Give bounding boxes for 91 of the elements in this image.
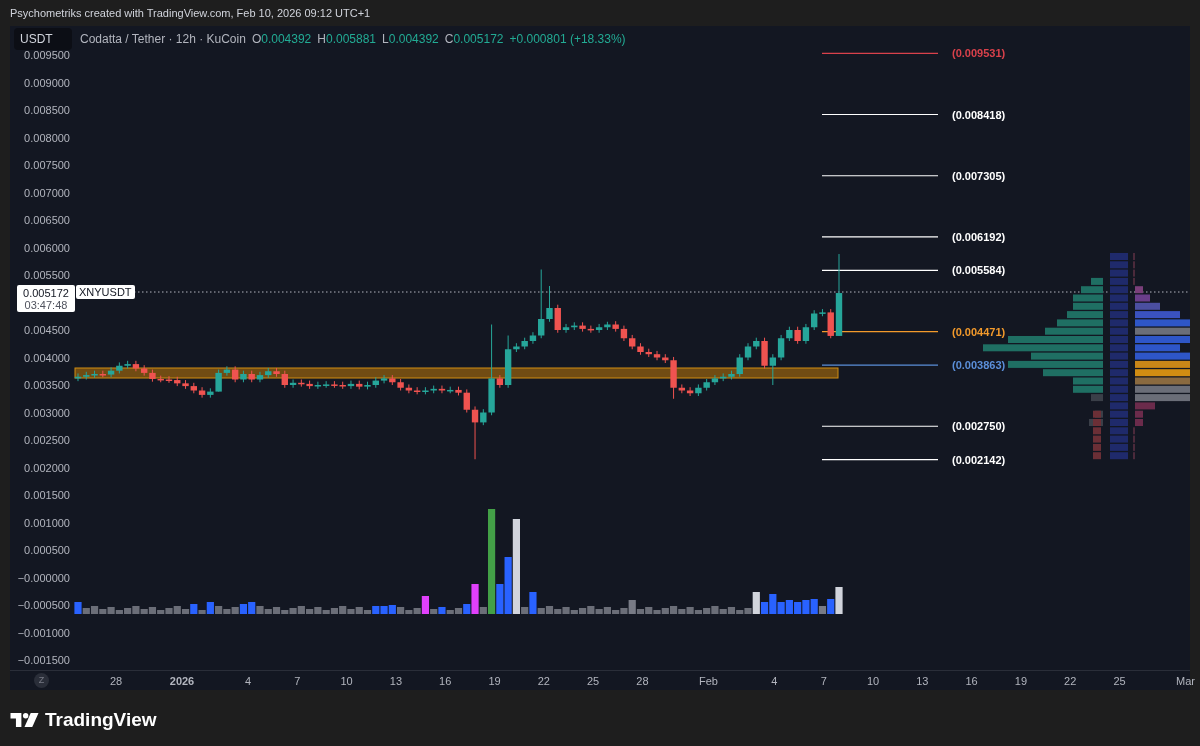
candlestick [653,350,661,361]
time-axis-label: 4 [244,674,252,688]
ohlc-label: L [382,31,389,48]
candlestick [777,334,785,361]
ohlc-value: 0.004392 [261,31,312,48]
price-axis-label: 0.004000 [24,350,70,365]
time-axis-label: 19 [488,674,501,688]
currency-button[interactable]: USDT [14,28,72,50]
candlestick [595,323,603,334]
price-axis-label: −0.001500 [17,653,70,667]
price-axis-label: 0.009000 [24,75,70,90]
time-axis-label: 2026 [169,674,195,688]
attribution-text: Psychometriks created with TradingView.com, Feb 10, 2026 09:12 UTC+1 [10,5,371,21]
price-axis-label: 0.007000 [24,185,70,200]
ohlc-value: 0.005172 [453,31,504,48]
price-axis-label: −0.001000 [17,625,70,640]
price-axis-label: 0.006000 [24,240,70,255]
price-change: +0.000801 (+18.33%) [509,31,626,48]
ohlc-label: C [444,31,454,48]
level-label: (0.009531) [952,46,1006,61]
symbol-tag: XNYUSDT [76,285,135,299]
price-axis-label: 0.002000 [24,460,70,475]
countdown-text: 03:47:48 [24,298,68,311]
ohlc-label: H [317,31,326,48]
price-axis-label: 0.004500 [24,323,70,337]
time-axis-label: 19 [1014,674,1027,688]
time-axis-label: 10 [866,674,880,688]
price-axis-label: 0.001000 [24,515,70,530]
logo-icon [10,713,39,727]
level-label: (0.007305) [952,168,1006,183]
candlestick [736,353,743,378]
time-axis-label: 7 [820,674,827,688]
symbol-title: Codatta / Tether · 12h · KuCoin [80,31,246,48]
candlestick [314,381,322,390]
time-axis-label: Feb [698,674,718,688]
candlestick [546,285,553,323]
time-axis-label: 7 [294,674,301,688]
candlestick [827,308,834,339]
candlestick [538,269,545,339]
level-label: (0.008418) [952,107,1006,122]
candlestick [802,323,810,345]
price-axis-label: 0.008000 [24,130,70,145]
candlestick [562,323,570,334]
time-axis-label: 22 [1064,674,1077,688]
time-axis-label: 13 [389,674,402,688]
level-label: (0.002750) [952,419,1006,434]
price-axis-label: 0.009500 [24,48,70,62]
time-axis-label: 16 [439,674,452,688]
candlestick [496,374,504,389]
time-axis-label: 25 [1113,674,1126,688]
candlestick [380,374,388,384]
candlestick [132,360,140,372]
level-label: (0.005584) [952,263,1006,278]
time-axis-label: 25 [586,674,600,688]
time-axis-label: 28 [109,674,123,688]
candlestick [711,374,719,386]
time-axis-label: Mar [1176,674,1195,688]
level-label: (0.006192) [952,229,1006,244]
ohlc-value: 0.004392 [388,31,439,48]
logo-text: TradingView [45,710,157,730]
time-axis-label: 10 [340,674,353,688]
level-label: (0.004471) [952,324,1006,339]
candlestick [405,383,413,394]
price-axis-label: 0.007500 [24,158,70,172]
price-axis-label: 0.005500 [24,268,70,282]
price-axis-label: 0.001500 [24,488,70,502]
candlestick [107,366,115,378]
last-price-value: 0.005172 [23,286,69,299]
candlestick [554,304,561,334]
time-axis-label: 4 [771,674,778,688]
candlestick [463,388,470,413]
level-label: (0.002142) [952,452,1006,467]
price-axis-label: 0.003000 [24,405,70,420]
time-axis-label: 16 [965,674,978,688]
level-label: (0.003863) [952,358,1006,373]
price-axis-label: 0.003500 [24,378,70,392]
price-axis-label: −0.000000 [17,570,70,585]
candlestick [215,369,222,393]
ohlc-value: 0.005881 [325,31,376,48]
price-axis-label: 0.000500 [24,543,70,557]
candlestick [438,385,446,394]
price-axis-label: 0.002500 [24,433,70,447]
price-axis-label: 0.008500 [24,103,70,117]
price-axis-label: 0.006500 [24,213,70,227]
price-axis-label: −0.000500 [17,598,70,612]
time-axis-label: 13 [916,674,929,688]
candlestick [256,371,264,383]
ohlc-label: O [251,31,262,48]
time-axis-label: 22 [537,674,550,688]
candlestick [769,353,777,386]
time-axis-label: 28 [636,674,649,688]
